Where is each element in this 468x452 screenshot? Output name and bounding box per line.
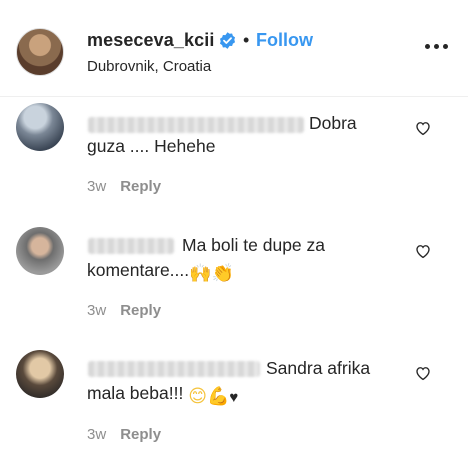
follow-button[interactable]: Follow (256, 30, 313, 51)
commenter-username[interactable] (88, 361, 260, 377)
comment-text: Dobra (309, 113, 357, 133)
commenter-username[interactable] (88, 238, 174, 254)
commenter-avatar[interactable] (16, 227, 64, 275)
separator-dot: • (243, 30, 250, 50)
comment-timestamp: 3w (87, 178, 107, 195)
username-link[interactable]: meseceva_kcii (87, 30, 214, 51)
comment-meta: 3w Reply (87, 426, 161, 443)
more-options-icon[interactable] (425, 42, 449, 52)
smiling-face-icon: 😊 (188, 386, 207, 406)
comment-text: guza .... Hehehe (87, 136, 216, 156)
comment-meta: 3w Reply (87, 178, 161, 195)
comment-timestamp: 3w (87, 426, 107, 443)
comment-text: Ma boli te dupe za (182, 235, 326, 255)
raised-hands-icon: 🙌 (189, 263, 212, 283)
commenter-avatar[interactable] (16, 103, 64, 151)
reply-button[interactable]: Reply (120, 426, 161, 443)
like-heart-icon[interactable] (414, 119, 432, 137)
comment-text: Sandra afrika (266, 358, 371, 378)
verified-badge-icon (219, 32, 236, 49)
clapping-hands-icon: 👏 (211, 263, 234, 283)
commenter-avatar[interactable] (16, 350, 64, 398)
like-heart-icon[interactable] (414, 242, 432, 260)
commenter-username[interactable] (88, 117, 304, 133)
post-header: meseceva_kcii • Follow Dubrovnik, Croati… (0, 0, 468, 97)
profile-avatar[interactable] (16, 28, 64, 76)
flexed-biceps-icon: 💪 (206, 386, 230, 406)
comment-timestamp: 3w (87, 302, 107, 319)
comment-text-line: komentare.... (87, 260, 190, 280)
comment-text-line: mala beba!!! (87, 383, 184, 403)
like-heart-icon[interactable] (414, 364, 432, 382)
reply-button[interactable]: Reply (120, 178, 161, 195)
comment-meta: 3w Reply (87, 302, 161, 319)
black-heart-icon: ♥ (229, 389, 239, 406)
location-link[interactable]: Dubrovnik, Croatia (87, 58, 211, 75)
comment-text: mala beba!!! 😊💪♥ (87, 380, 238, 407)
reply-button[interactable]: Reply (120, 302, 161, 319)
comment-text: komentare....🙌👏 (87, 257, 234, 283)
